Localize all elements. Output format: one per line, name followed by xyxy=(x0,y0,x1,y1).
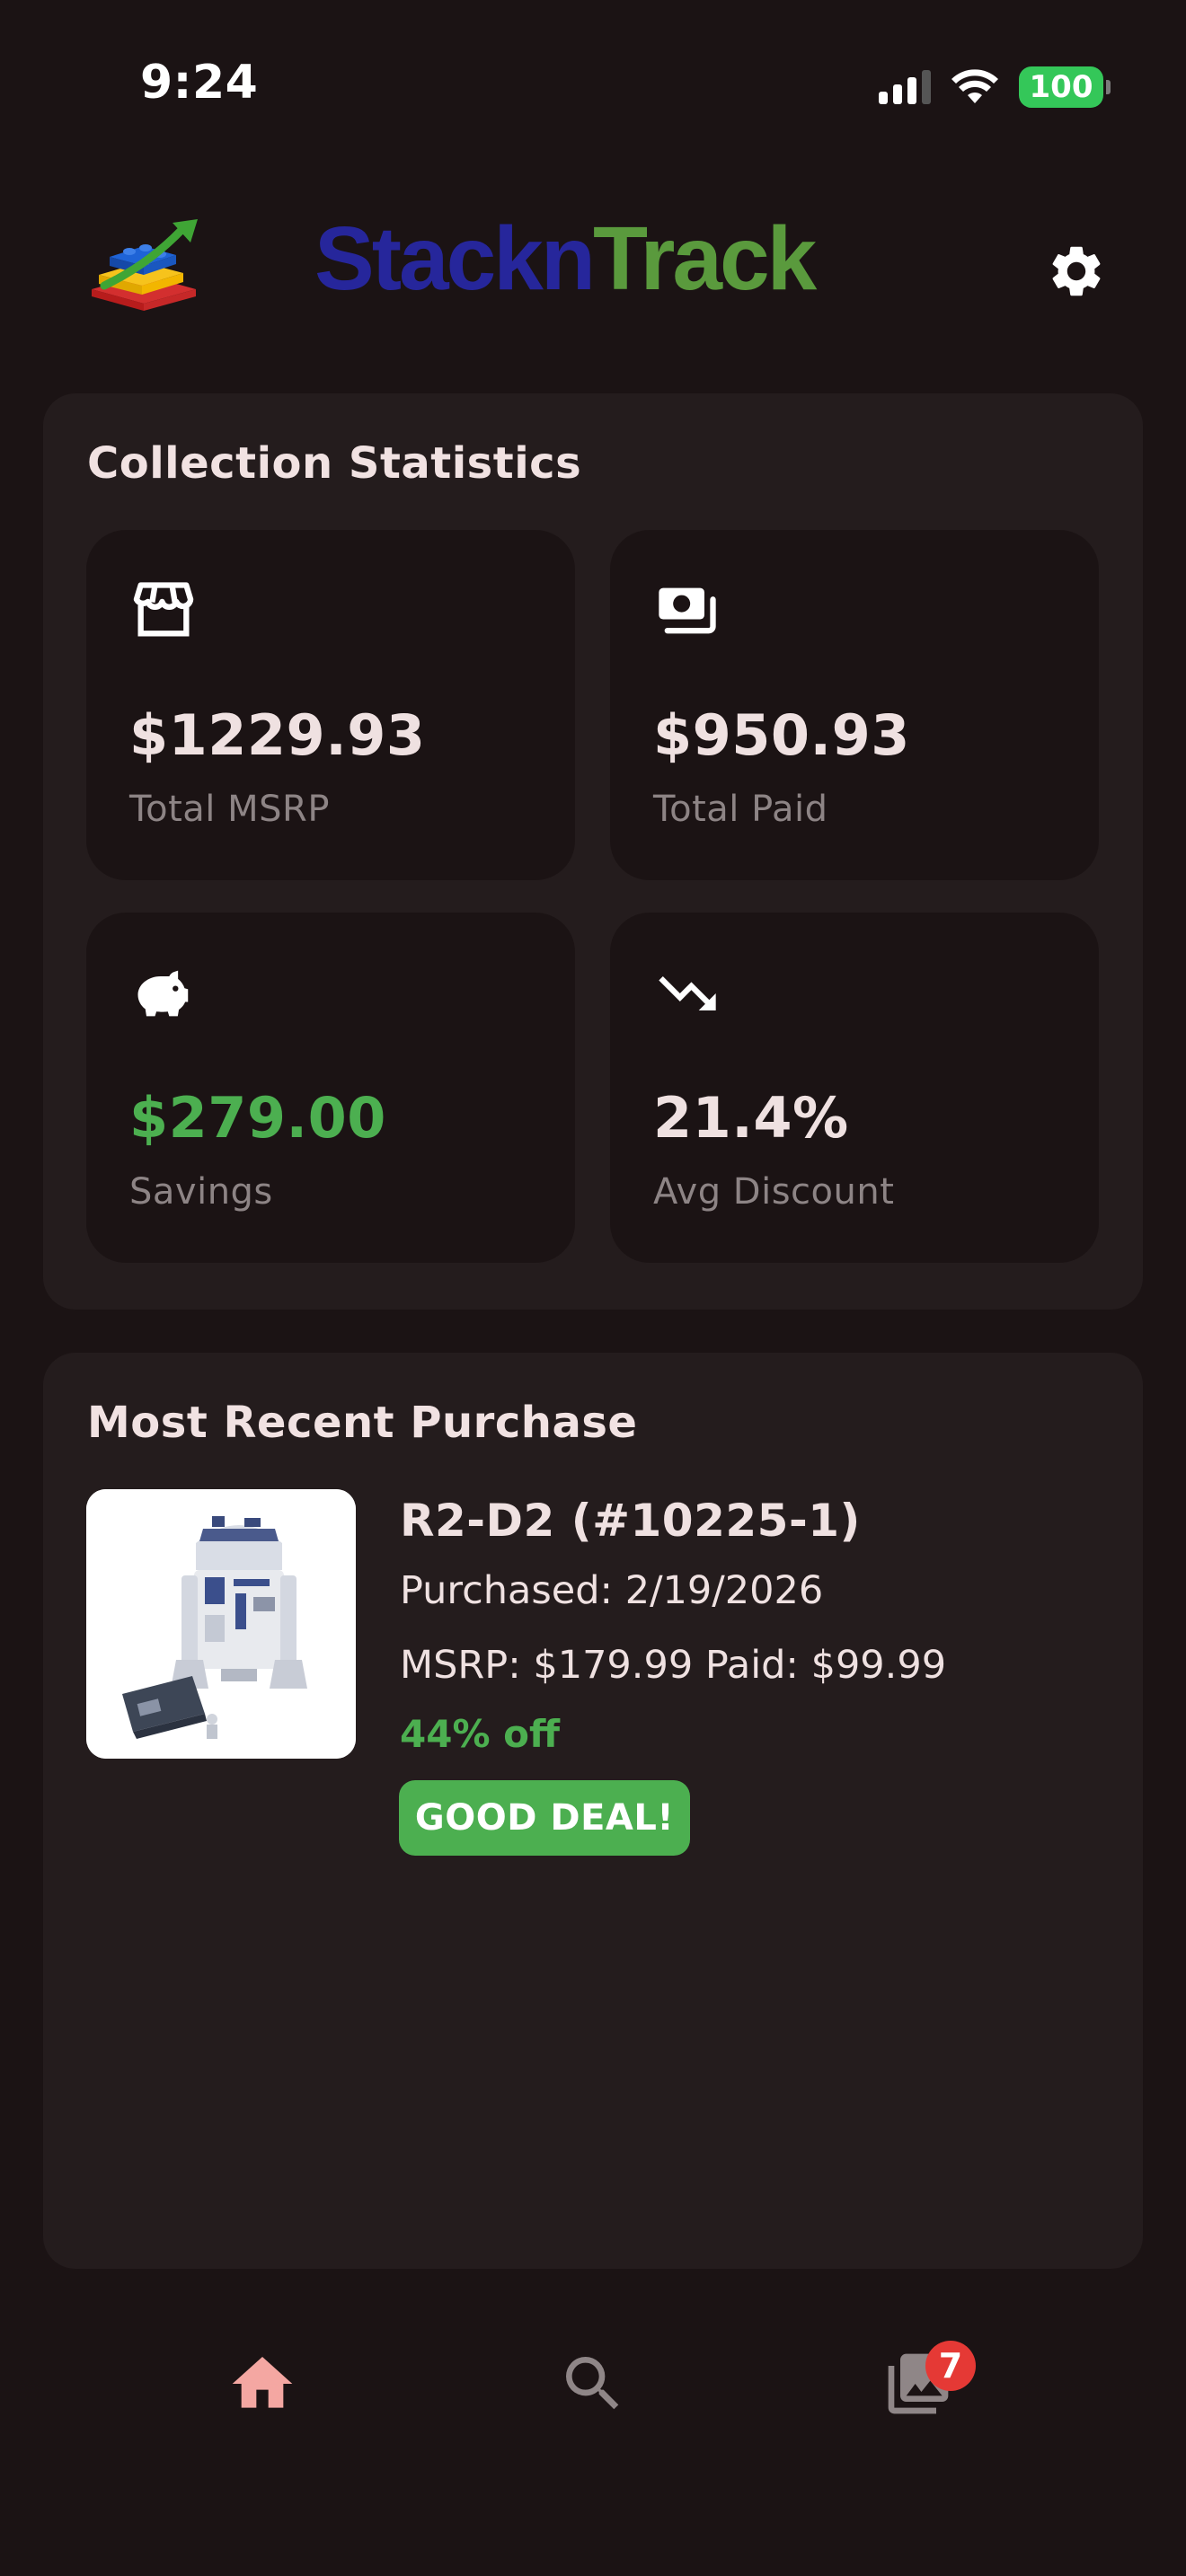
status-time: 9:24 xyxy=(140,56,259,110)
stat-label: Total MSRP xyxy=(129,789,330,830)
trending-down-icon xyxy=(653,959,721,1028)
stat-value: $950.93 xyxy=(653,702,910,768)
battery-indicator: 100 xyxy=(1019,66,1111,108)
discount-percent: 44% off xyxy=(400,1712,561,1756)
price-summary: MSRP: $179.99 Paid: $99.99 xyxy=(400,1643,947,1688)
nav-search-button[interactable] xyxy=(557,2348,629,2420)
stats-title: Collection Statistics xyxy=(87,438,582,489)
stat-total-msrp: $1229.93 Total MSRP xyxy=(86,530,575,880)
stat-value: $1229.93 xyxy=(129,702,426,768)
store-icon xyxy=(129,577,198,645)
stat-value: 21.4% xyxy=(653,1085,849,1151)
stat-value: $279.00 xyxy=(129,1085,386,1151)
wifi-icon xyxy=(951,69,999,105)
stat-total-paid: $950.93 Total Paid xyxy=(610,530,1099,880)
purchase-date: Purchased: 2/19/2026 xyxy=(400,1568,824,1613)
stacked-bricks-logo-icon xyxy=(86,216,201,314)
product-name[interactable]: R2-D2 (#10225-1) xyxy=(400,1495,861,1547)
search-icon xyxy=(566,2357,619,2410)
money-icon xyxy=(653,577,721,645)
stat-label: Total Paid xyxy=(653,789,828,830)
nav-home-button[interactable] xyxy=(226,2348,298,2420)
stat-label: Savings xyxy=(129,1171,273,1213)
gear-icon[interactable] xyxy=(1046,241,1107,302)
cellular-signal-icon xyxy=(879,70,931,104)
deal-badge: GOOD DEAL! xyxy=(399,1780,690,1856)
stat-savings: $279.00 Savings xyxy=(86,913,575,1263)
brand-part-2: Track xyxy=(592,208,817,309)
gallery-count-badge: 7 xyxy=(925,2341,976,2391)
collection-statistics-card: Collection Statistics $1229.93 Total MSR… xyxy=(43,393,1143,1310)
brand-part-1: Stackn xyxy=(314,208,596,309)
screen: 9:24 100 StacknTrack Collection Statisti… xyxy=(0,0,1186,2576)
app-brand-title: StacknTrack xyxy=(314,214,817,304)
piggy-bank-icon xyxy=(129,959,198,1028)
stat-label: Avg Discount xyxy=(653,1171,895,1213)
most-recent-purchase-card[interactable]: Most Recent Purchase R2-D2 (#10225-1) Pu… xyxy=(43,1353,1143,2269)
home-icon xyxy=(232,2357,293,2408)
product-thumbnail[interactable] xyxy=(86,1489,356,1759)
stat-avg-discount: 21.4% Avg Discount xyxy=(610,913,1099,1263)
status-icons: 100 xyxy=(879,63,1111,111)
recent-title: Most Recent Purchase xyxy=(87,1398,638,1448)
